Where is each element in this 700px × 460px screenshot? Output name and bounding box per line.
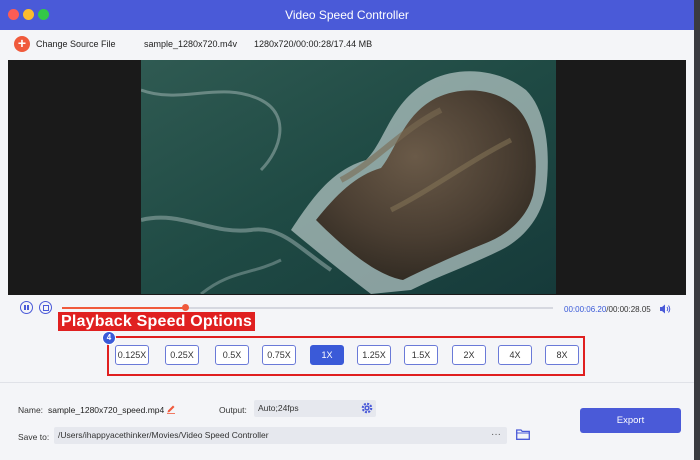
source-filename: sample_1280x720.m4v [144, 39, 238, 49]
save-path-field[interactable]: /Users/ihappyacethinker/Movies/Video Spe… [54, 427, 507, 444]
output-format-field[interactable]: Auto;24fps [254, 400, 376, 417]
current-time: 00:00:06.20 [564, 305, 607, 314]
video-frame [141, 60, 556, 294]
edit-name-icon[interactable] [166, 404, 176, 414]
window-title: Video Speed Controller [285, 8, 409, 22]
speed-option-button[interactable]: 2X [452, 345, 486, 365]
speed-option-button[interactable]: 8X [545, 345, 579, 365]
speed-option-button[interactable]: 4X [498, 345, 532, 365]
time-display: 00:00:06.20/00:00:28.05 [564, 305, 651, 314]
speed-option-button[interactable]: 0.125X [115, 345, 149, 365]
speed-option-button[interactable]: 1.5X [404, 345, 438, 365]
gear-icon[interactable] [361, 402, 373, 414]
progress-fill [62, 307, 185, 309]
browse-more-button[interactable]: ··· [485, 427, 507, 444]
speed-option-button[interactable]: 0.75X [262, 345, 296, 365]
speed-option-button[interactable]: 1X [310, 345, 344, 365]
output-name-value: sample_1280x720_speed.mp4 [48, 405, 165, 415]
name-label: Name: [18, 405, 44, 415]
speed-option-button[interactable]: 1.25X [357, 345, 391, 365]
save-to-label: Save to: [18, 432, 50, 442]
add-source-icon[interactable]: + [14, 36, 30, 52]
stop-button[interactable] [39, 301, 52, 314]
change-source-button[interactable]: Change Source File [36, 39, 116, 49]
progress-handle[interactable] [181, 304, 189, 311]
export-button[interactable]: Export [580, 408, 681, 433]
pause-button[interactable] [20, 301, 33, 314]
step-badge: 4 [102, 331, 116, 345]
title-bar: Video Speed Controller [0, 0, 694, 30]
source-file-info: 1280x720/00:00:28/17.44 MB [254, 39, 373, 49]
folder-icon[interactable] [516, 429, 530, 440]
app-window: Video Speed Controller + Change Source F… [0, 0, 694, 460]
volume-icon[interactable] [659, 303, 671, 315]
desktop-background [694, 0, 700, 460]
playback-speed-callout: Playback Speed Options [58, 312, 256, 331]
output-label: Output: [219, 405, 247, 415]
speed-option-button[interactable]: 0.5X [215, 345, 249, 365]
total-time: /00:00:28.05 [606, 305, 651, 314]
speed-option-button[interactable]: 0.25X [165, 345, 199, 365]
